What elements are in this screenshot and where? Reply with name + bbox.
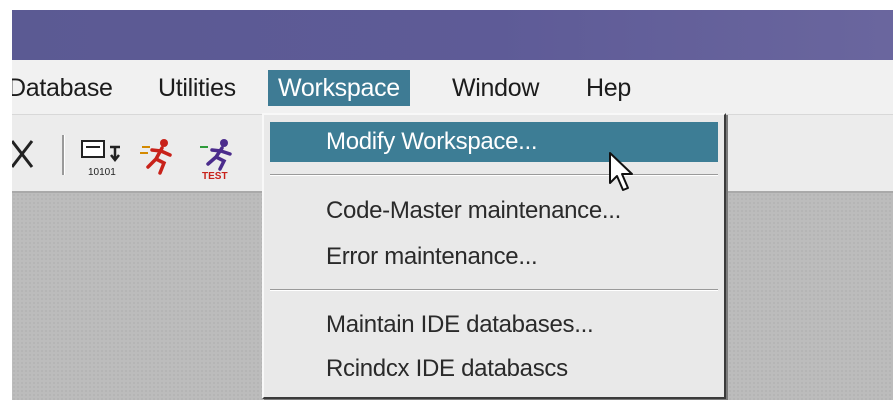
menu-item-error-maintenance[interactable]: Error maintenance...: [270, 237, 718, 277]
menu-separator: [270, 289, 718, 291]
toolbar-separator: [62, 135, 65, 175]
svg-text:10101: 10101: [88, 167, 116, 178]
menu-database[interactable]: Database: [12, 70, 123, 106]
menu-window[interactable]: Window: [442, 70, 549, 106]
menu-bar: Database Utilities Workspace Window Hep: [12, 60, 893, 115]
menu-utilities[interactable]: Utilities: [148, 70, 246, 106]
menu-item-code-master-maintenance[interactable]: Code-Master maintenance...: [270, 191, 718, 231]
svg-text:TEST: TEST: [202, 171, 228, 181]
menu-item-modify-workspace[interactable]: Modify Workspace...: [270, 122, 718, 162]
application-window: Database Utilities Workspace Window Hep …: [12, 10, 893, 400]
title-bar: [12, 10, 893, 60]
menu-separator: [270, 174, 718, 176]
menu-help[interactable]: Hep: [576, 70, 641, 106]
close-icon[interactable]: [12, 137, 36, 176]
mouse-pointer-icon: [608, 151, 636, 200]
menu-workspace[interactable]: Workspace: [268, 70, 410, 106]
menu-item-maintain-ide-databases[interactable]: Maintain IDE databases...: [270, 305, 718, 345]
runner-icon[interactable]: [140, 137, 180, 182]
binary-data-icon[interactable]: 10101: [80, 139, 126, 184]
menu-item-reindex-ide-databases[interactable]: Rcindcx IDE databascs: [270, 349, 718, 389]
runner-test-icon[interactable]: TEST: [198, 137, 238, 186]
workspace-menu-dropdown: Modify Workspace... Code-Master maintena…: [262, 113, 726, 399]
